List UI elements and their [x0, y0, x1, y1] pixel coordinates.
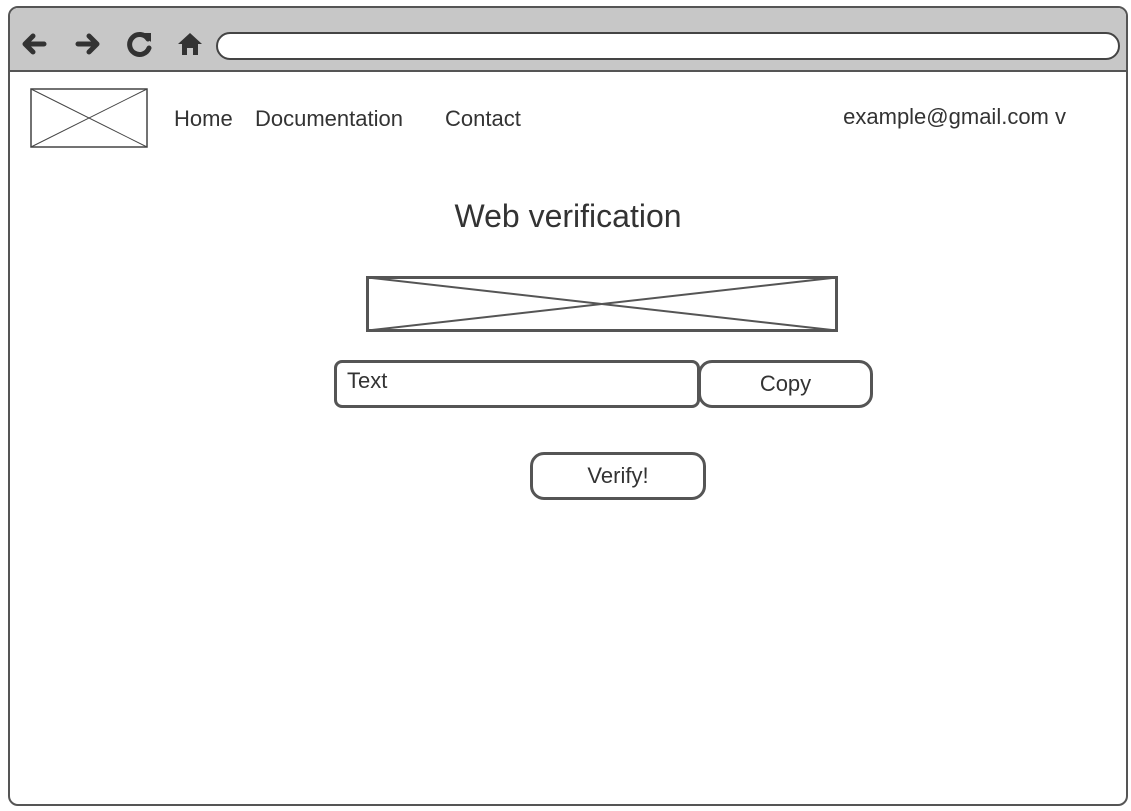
nav-contact[interactable]: Contact: [445, 106, 521, 132]
home-icon: [178, 33, 202, 55]
account-menu[interactable]: example@gmail.com v: [843, 104, 1066, 130]
back-button[interactable]: [16, 26, 52, 62]
logo-placeholder: [30, 88, 148, 148]
reload-button[interactable]: [122, 26, 158, 62]
browser-toolbar: [10, 8, 1126, 72]
forward-button[interactable]: [70, 26, 106, 62]
nav-home[interactable]: Home: [174, 106, 233, 132]
reload-icon: [127, 32, 152, 57]
verify-button[interactable]: Verify!: [530, 452, 706, 500]
nav-documentation[interactable]: Documentation: [255, 106, 403, 132]
image-placeholder: [366, 276, 838, 332]
browser-window: Home Documentation Contact example@gmail…: [8, 6, 1128, 806]
copy-button[interactable]: Copy: [698, 360, 873, 408]
address-bar[interactable]: [216, 32, 1120, 60]
home-button[interactable]: [172, 26, 208, 62]
arrow-right-icon: [75, 33, 100, 55]
page-title: Web verification: [454, 198, 682, 234]
arrow-left-icon: [22, 33, 47, 55]
text-field[interactable]: Text: [334, 360, 700, 408]
